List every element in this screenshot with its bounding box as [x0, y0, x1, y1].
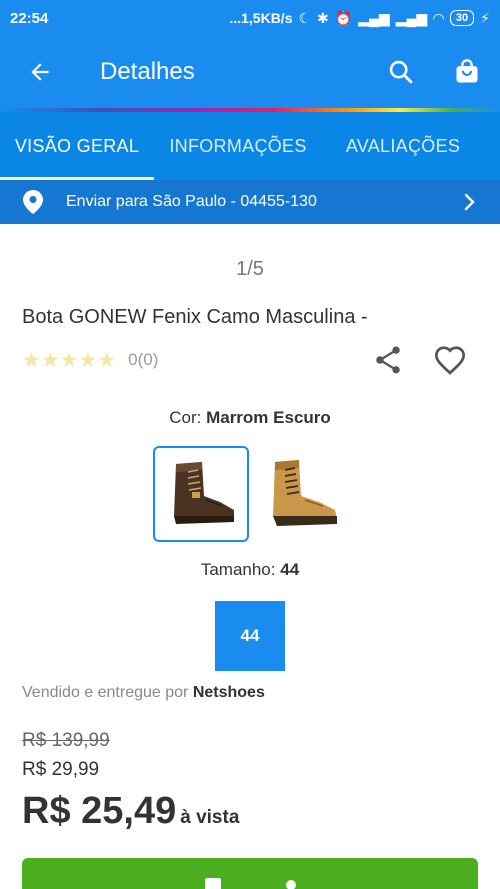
- size-option-44[interactable]: 44: [215, 601, 285, 671]
- size-label-prefix: Tamanho:: [200, 560, 276, 579]
- shipping-bar[interactable]: Enviar para São Paulo - 04455-130: [0, 180, 500, 224]
- color-label-prefix: Cor:: [169, 408, 202, 427]
- dot-icon: [286, 880, 296, 889]
- tab-visao-geral[interactable]: VISÃO GERAL: [0, 112, 154, 180]
- price-cash: R$ 25,49 à vista: [22, 790, 239, 832]
- bluetooth-icon: ✱: [317, 9, 329, 26]
- cart-icon: [205, 878, 221, 889]
- search-icon: [389, 60, 413, 84]
- size-value: 44: [280, 560, 300, 579]
- seller-prefix: Vendido e entregue por: [22, 684, 189, 701]
- share-button[interactable]: [368, 340, 408, 380]
- price-installment: R$ 29,99: [22, 759, 100, 780]
- boot-dark-brown-image: [174, 462, 234, 524]
- signal-2-icon: ▂▄▆: [395, 9, 428, 26]
- heart-icon: [434, 346, 466, 375]
- status-bar: 22:54 ...1,5KB/s ☾ ✱ ⏰ ▂▄▆ ▂▄▆ ◠ 30 ⚡: [0, 0, 500, 36]
- seller-name: Netshoes: [192, 684, 265, 701]
- shopping-bag-icon: [456, 59, 478, 83]
- share-icon: [376, 346, 400, 374]
- shipping-label: Enviar para São Paulo - 04455-130: [66, 193, 317, 210]
- wifi-icon: ◠: [433, 9, 444, 26]
- color-option-dark-brown[interactable]: [153, 446, 249, 542]
- rating-stars: ★★★★★: [22, 348, 117, 372]
- chevron-right-icon: [464, 193, 475, 211]
- price-cash-suffix: à vista: [180, 807, 240, 828]
- color-label: Cor: Marrom Escuro: [0, 408, 500, 428]
- app-bar: Detalhes: [0, 36, 500, 108]
- favorite-button[interactable]: [428, 340, 472, 380]
- price-original: R$ 139,99: [22, 730, 110, 751]
- status-icons: ...1,5KB/s ☾ ✱ ⏰ ▂▄▆ ▂▄▆ ◠ 30 ⚡: [229, 10, 490, 27]
- tab-avaliacoes[interactable]: AVALIAÇÕES: [322, 112, 484, 180]
- product-name: Bota GONEW Fenix Camo Masculina -: [22, 306, 368, 328]
- review-count: 0(0): [128, 350, 159, 369]
- status-time: 22:54: [10, 9, 49, 27]
- location-pin-wrapper: [0, 190, 66, 214]
- buy-button[interactable]: [22, 858, 478, 889]
- color-options: [153, 446, 355, 542]
- image-counter: 1/5: [236, 258, 264, 280]
- battery-icon: 30: [449, 10, 475, 26]
- network-speed: ...1,5KB/s: [229, 10, 293, 26]
- signal-icon: ▂▄▆: [358, 9, 390, 26]
- location-pin-icon: [23, 190, 43, 214]
- chevron-wrapper: [440, 193, 500, 211]
- page-title: Detalhes: [100, 58, 195, 85]
- tab-bar: VISÃO GERAL INFORMAÇÕES AVALIAÇÕES: [0, 112, 500, 180]
- seller-info: Vendido e entregue por Netshoes: [22, 684, 265, 702]
- alarm-icon: ⏰: [334, 9, 353, 26]
- cart-button[interactable]: [434, 36, 500, 108]
- boot-tan-image: [273, 460, 337, 526]
- price-cash-value: R$ 25,49: [22, 790, 177, 832]
- arrow-back-icon: [31, 63, 49, 81]
- search-button[interactable]: [368, 36, 434, 108]
- color-option-tan[interactable]: [259, 446, 355, 542]
- back-button[interactable]: [0, 36, 80, 108]
- tab-informacoes[interactable]: INFORMAÇÕES: [154, 112, 322, 180]
- size-label: Tamanho: 44: [0, 560, 500, 580]
- color-value: Marrom Escuro: [206, 408, 331, 427]
- moon-icon: ☾: [298, 9, 312, 26]
- rating-row: ★★★★★ 0(0): [22, 340, 482, 380]
- charging-icon: ⚡: [480, 9, 490, 26]
